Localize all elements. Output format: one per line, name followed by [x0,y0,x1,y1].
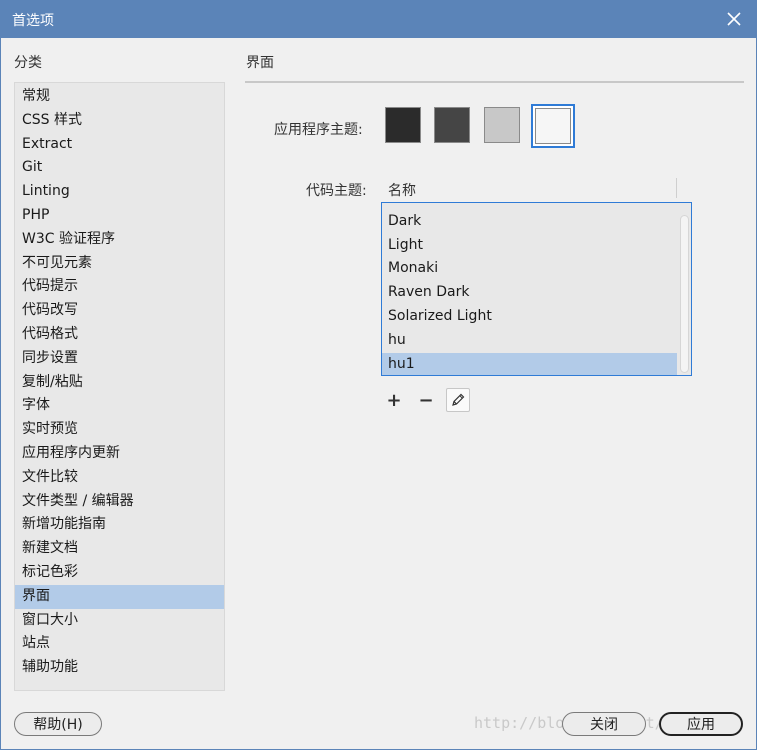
theme-swatch-fill [535,108,571,144]
name-column-header[interactable]: 名称 [388,180,416,200]
edit-theme-button[interactable] [446,388,470,412]
theme-list-scrollbar[interactable] [677,203,691,375]
category-list[interactable]: 常规 CSS 样式 Extract Git Linting PHP W3C 验证程序 不可见元… [14,82,225,691]
app-theme-label: 应用程序主题: [274,122,363,138]
theme-list-item[interactable]: Dark [382,210,677,234]
theme-list-item[interactable]: Solarized Light [382,305,677,329]
apply-button-label: 应用 [687,717,715,733]
close-icon [727,12,741,26]
theme-list-item[interactable]: hu1 [382,352,677,375]
theme-list-item[interactable]: Raven Dark [382,281,677,305]
close-window-button[interactable] [711,0,757,38]
theme-swatch[interactable] [484,107,520,143]
sidebar-item[interactable]: 文件类型 / 编辑器 [15,490,224,514]
sidebar-item[interactable]: PHP [15,204,224,228]
theme-list-item[interactable]: Classic [382,203,677,210]
sidebar-item[interactable]: Linting [15,180,224,204]
sidebar-item[interactable]: CSS 样式 [15,109,224,133]
theme-swatch-selected[interactable] [531,104,575,148]
category-heading: 分类 [14,55,42,71]
section-divider [245,81,744,83]
dialog-body: 分类 常规 CSS 样式 Extract Git Linting PHP W3C 验证程序不… [1,38,756,749]
sidebar-item[interactable]: 代码改写 [15,299,224,323]
apply-button[interactable]: 应用 [659,712,743,736]
remove-theme-button[interactable]: − [414,388,438,412]
section-title: 界面 [246,55,274,71]
sidebar-item[interactable]: 常规 [15,85,224,109]
sidebar-item[interactable]: 标记色彩 [15,561,224,585]
add-theme-button[interactable]: + [382,388,406,412]
sidebar-item[interactable]: 文件比较 [15,466,224,490]
sidebar-item[interactable]: 新增功能指南 [15,513,224,537]
sidebar-item[interactable]: 站点 [15,632,224,656]
sidebar-item[interactable]: 界面 [15,584,224,609]
theme-swatch[interactable] [385,107,421,143]
title-bar: 首选项 [0,0,757,38]
sidebar-item[interactable]: 窗口大小 [15,609,224,633]
plus-icon: + [386,389,402,411]
help-button-label: 帮助(H) [33,717,83,733]
theme-list-item[interactable]: Light [382,234,677,258]
theme-list-item[interactable]: Monaki [382,257,677,281]
code-theme-label: 代码主题: [306,183,367,199]
sidebar-item[interactable]: 代码提示 [15,275,224,299]
sidebar-item[interactable]: 应用程序内更新 [15,442,224,466]
scrollbar-thumb[interactable] [680,215,689,373]
sidebar-item[interactable]: Git [15,156,224,180]
pencil-icon [452,393,465,406]
column-separator [676,178,677,198]
code-theme-list[interactable]: ClassicDarkLightMonakiRaven DarkSolarize… [381,202,692,376]
help-button[interactable]: 帮助(H) [14,712,102,736]
sidebar-item[interactable]: 实时预览 [15,418,224,442]
theme-list-item[interactable]: hu [382,329,677,353]
sidebar-item[interactable]: 代码格式 [15,323,224,347]
window-title: 首选项 [12,13,54,29]
minus-icon: − [418,389,434,411]
theme-swatch[interactable] [434,107,470,143]
sidebar-item[interactable]: 新建文档 [15,537,224,561]
sidebar-item[interactable]: 字体 [15,394,224,418]
close-button-label: 关闭 [590,717,618,733]
sidebar-item[interactable]: 复制/粘贴 [15,371,224,395]
sidebar-item[interactable]: 辅助功能 [15,656,224,680]
close-button[interactable]: 关闭 [562,712,646,736]
sidebar-item[interactable]: 同步设置 [15,347,224,371]
sidebar-item[interactable]: W3C 验证程序 [15,228,224,252]
sidebar-item[interactable]: 不可见元素 [15,252,224,276]
sidebar-item[interactable]: Extract [15,133,224,157]
